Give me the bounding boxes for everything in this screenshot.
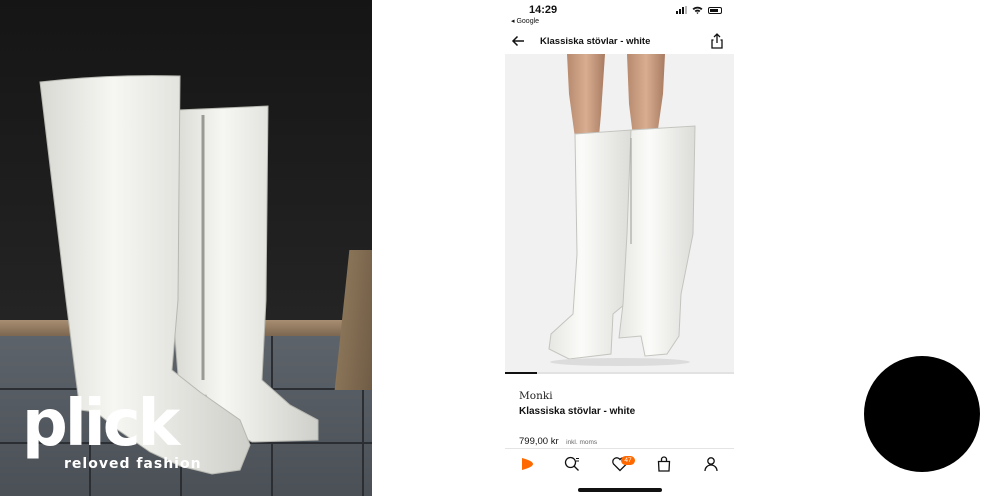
top-navigation-bar: Klassiska stövlar - white — [505, 30, 734, 55]
product-name: Klassiska stövlar - white — [519, 406, 636, 417]
image-carousel-indicator — [505, 372, 734, 374]
product-price: 799,00 kr — [519, 436, 559, 447]
listing-photo: plick reloved fashion — [0, 0, 372, 496]
black-circle-shape — [864, 356, 980, 472]
tab-wishlist[interactable]: 47 — [609, 453, 635, 475]
profile-icon — [704, 457, 718, 472]
wishlist-count-badge: 47 — [621, 456, 635, 465]
wifi-icon — [692, 6, 703, 14]
vat-note: inkl. moms — [566, 439, 598, 446]
plick-logo-word: plick — [22, 387, 180, 461]
plick-logo-tagline: reloved fashion — [64, 456, 202, 472]
product-boots-photo — [548, 54, 696, 366]
plick-logo: plick reloved fashion — [22, 387, 201, 472]
share-icon[interactable] — [708, 32, 726, 50]
bag-icon — [657, 456, 671, 472]
tab-profile[interactable] — [700, 453, 722, 475]
carousel-progress — [505, 372, 538, 374]
cellular-signal-icon — [676, 6, 687, 14]
zalando-home-icon — [522, 458, 533, 470]
status-bar: 14:29 ◂ Google — [505, 0, 734, 28]
product-image[interactable] — [505, 54, 734, 374]
tab-search[interactable] — [561, 453, 583, 475]
phone-screenshot: 14:29 ◂ Google Klassiska stövlar - white — [505, 0, 734, 496]
battery-icon — [708, 6, 722, 14]
back-arrow-icon[interactable] — [509, 32, 527, 50]
home-indicator[interactable] — [578, 488, 662, 492]
bottom-tab-bar: 47 — [505, 448, 734, 479]
product-brand[interactable]: Monki — [519, 390, 553, 402]
back-to-app-link[interactable]: ◂ Google — [511, 17, 539, 25]
tab-home[interactable] — [516, 453, 538, 475]
tab-bag[interactable] — [653, 453, 675, 475]
status-time: 14:29 — [529, 4, 558, 16]
search-icon — [564, 456, 579, 471]
price-row: 799,00 kr inkl. moms — [519, 431, 597, 449]
status-icons — [676, 6, 722, 14]
page-title: Klassiska stövlar - white — [540, 36, 651, 47]
